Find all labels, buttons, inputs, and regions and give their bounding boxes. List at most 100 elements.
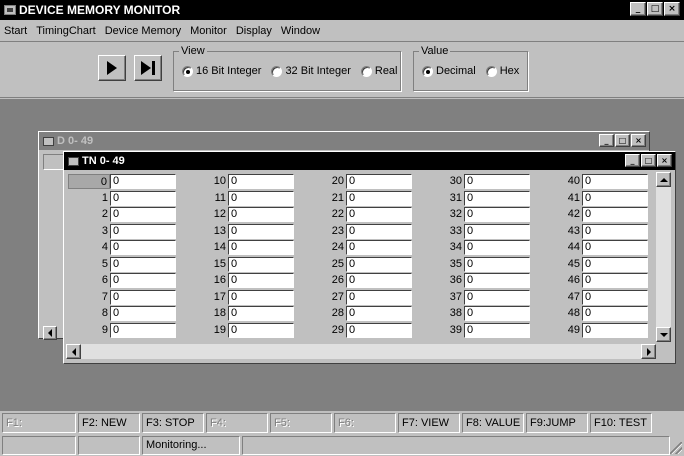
device-tn-window[interactable]: TN 0- 49 _ □ × 0 0 1 0 2 0 3 0 4 0 5 0 6 0 7 0 8 0 9 0 10 0 11… bbox=[63, 151, 676, 364]
value-field[interactable]: 0 bbox=[110, 190, 176, 206]
value-field[interactable]: 0 bbox=[110, 240, 176, 255]
fkey-f1[interactable]: F1: bbox=[2, 413, 76, 433]
menu-window[interactable]: Window bbox=[281, 25, 320, 37]
value-field[interactable]: 0 bbox=[464, 289, 530, 305]
radio-16bit-label[interactable]: 16 Bit Integer bbox=[196, 65, 261, 77]
value-field[interactable]: 0 bbox=[346, 223, 412, 239]
run-button[interactable] bbox=[98, 55, 126, 81]
value-field[interactable]: 0 bbox=[582, 273, 648, 288]
value-field[interactable]: 0 bbox=[582, 306, 648, 321]
maximize-button[interactable]: □ bbox=[647, 2, 663, 16]
address-label: 7 bbox=[101, 290, 108, 303]
fkey-f2-new[interactable]: F2: NEW bbox=[78, 413, 140, 433]
fkey-f9-jump[interactable]: F9:JUMP bbox=[526, 413, 588, 433]
minimize-button[interactable]: _ bbox=[625, 154, 640, 167]
value-field[interactable]: 0 bbox=[582, 190, 648, 206]
horizontal-scrollbar[interactable] bbox=[66, 344, 656, 359]
device-tn-titlebar[interactable]: TN 0- 49 _ □ × bbox=[64, 152, 675, 170]
close-button[interactable]: × bbox=[657, 154, 672, 167]
radio-hex[interactable] bbox=[485, 65, 497, 77]
value-field[interactable]: 0 bbox=[464, 322, 530, 338]
value-field[interactable]: 0 bbox=[582, 289, 648, 305]
value-field[interactable]: 0 bbox=[582, 322, 648, 338]
fkey-f6[interactable]: F6: bbox=[334, 413, 396, 433]
value-field[interactable]: 0 bbox=[110, 273, 176, 288]
value-field[interactable]: 0 bbox=[110, 174, 176, 189]
value-field[interactable]: 0 bbox=[346, 207, 412, 222]
value-field[interactable]: 0 bbox=[110, 306, 176, 321]
value-field[interactable]: 0 bbox=[228, 223, 294, 239]
value-field[interactable]: 0 bbox=[346, 306, 412, 321]
value-field[interactable]: 0 bbox=[464, 223, 530, 239]
menu-timingchart[interactable]: TimingChart bbox=[36, 25, 96, 37]
menu-device-memory[interactable]: Device Memory bbox=[105, 25, 181, 37]
value-field[interactable]: 0 bbox=[228, 240, 294, 255]
close-button[interactable]: × bbox=[664, 2, 680, 16]
value-field[interactable]: 0 bbox=[228, 207, 294, 222]
value-field[interactable]: 0 bbox=[228, 273, 294, 288]
fkey-f3-stop[interactable]: F3: STOP bbox=[142, 413, 204, 433]
menu-monitor[interactable]: Monitor bbox=[190, 25, 227, 37]
step-button[interactable] bbox=[134, 55, 162, 81]
value-field[interactable]: 0 bbox=[346, 322, 412, 338]
value-field[interactable]: 0 bbox=[228, 289, 294, 305]
value-field[interactable]: 0 bbox=[464, 273, 530, 288]
close-button[interactable]: × bbox=[631, 134, 646, 147]
fkey-f7-view[interactable]: F7: VIEW bbox=[398, 413, 460, 433]
value-field[interactable]: 0 bbox=[346, 190, 412, 206]
value-field[interactable]: 0 bbox=[464, 207, 530, 222]
value-field[interactable]: 0 bbox=[228, 174, 294, 189]
value-field[interactable]: 0 bbox=[464, 306, 530, 321]
fkey-f10-test[interactable]: F10: TEST bbox=[590, 413, 652, 433]
radio-decimal-label[interactable]: Decimal bbox=[436, 65, 476, 77]
radio-hex-label[interactable]: Hex bbox=[500, 65, 520, 77]
value-field[interactable]: 0 bbox=[582, 207, 648, 222]
fkey-f4[interactable]: F4: bbox=[206, 413, 268, 433]
value-field[interactable]: 0 bbox=[110, 207, 176, 222]
value-field[interactable]: 0 bbox=[582, 223, 648, 239]
maximize-button[interactable]: □ bbox=[615, 134, 630, 147]
maximize-button[interactable]: □ bbox=[641, 154, 656, 167]
vertical-scrollbar[interactable] bbox=[656, 172, 671, 342]
value-field[interactable]: 0 bbox=[346, 174, 412, 189]
value-field[interactable]: 0 bbox=[110, 256, 176, 272]
radio-32bit-label[interactable]: 32 Bit Integer bbox=[285, 65, 350, 77]
value-field[interactable]: 0 bbox=[346, 273, 412, 288]
menu-display[interactable]: Display bbox=[236, 25, 272, 37]
value-field[interactable]: 0 bbox=[582, 240, 648, 255]
value-field[interactable]: 0 bbox=[228, 190, 294, 206]
value-field[interactable]: 0 bbox=[110, 322, 176, 338]
value-field[interactable]: 0 bbox=[464, 190, 530, 206]
radio-real[interactable] bbox=[360, 65, 372, 77]
value-field[interactable]: 0 bbox=[464, 256, 530, 272]
value-field[interactable]: 0 bbox=[464, 240, 530, 255]
minimize-button[interactable]: _ bbox=[599, 134, 614, 147]
minimize-button[interactable]: _ bbox=[630, 2, 646, 16]
value-field[interactable]: 0 bbox=[346, 289, 412, 305]
radio-real-label[interactable]: Real bbox=[375, 65, 398, 77]
value-field[interactable]: 0 bbox=[346, 240, 412, 255]
scroll-up-button[interactable] bbox=[656, 172, 671, 187]
device-d-titlebar[interactable]: D 0- 49 _ □ × bbox=[39, 132, 649, 150]
value-field[interactable]: 0 bbox=[346, 256, 412, 272]
resize-grip-icon[interactable] bbox=[670, 442, 682, 454]
app-title-bar[interactable]: DEVICE MEMORY MONITOR _ □ × bbox=[0, 0, 684, 20]
radio-16bit[interactable] bbox=[182, 65, 193, 77]
fkey-f8-value[interactable]: F8: VALUE bbox=[462, 413, 524, 433]
scroll-left-button[interactable] bbox=[66, 344, 81, 359]
value-field[interactable]: 0 bbox=[582, 256, 648, 272]
value-field[interactable]: 0 bbox=[582, 174, 648, 189]
value-field[interactable]: 0 bbox=[228, 306, 294, 321]
radio-decimal[interactable] bbox=[422, 65, 433, 77]
fkey-f5[interactable]: F5: bbox=[270, 413, 332, 433]
menu-start[interactable]: Start bbox=[4, 25, 27, 37]
scroll-left-button[interactable] bbox=[43, 326, 57, 340]
value-field[interactable]: 0 bbox=[110, 223, 176, 239]
value-field[interactable]: 0 bbox=[110, 289, 176, 305]
value-field[interactable]: 0 bbox=[228, 322, 294, 338]
scroll-down-button[interactable] bbox=[656, 327, 671, 342]
value-field[interactable]: 0 bbox=[464, 174, 530, 189]
radio-32bit[interactable] bbox=[271, 65, 283, 77]
scroll-right-button[interactable] bbox=[641, 344, 656, 359]
value-field[interactable]: 0 bbox=[228, 256, 294, 272]
